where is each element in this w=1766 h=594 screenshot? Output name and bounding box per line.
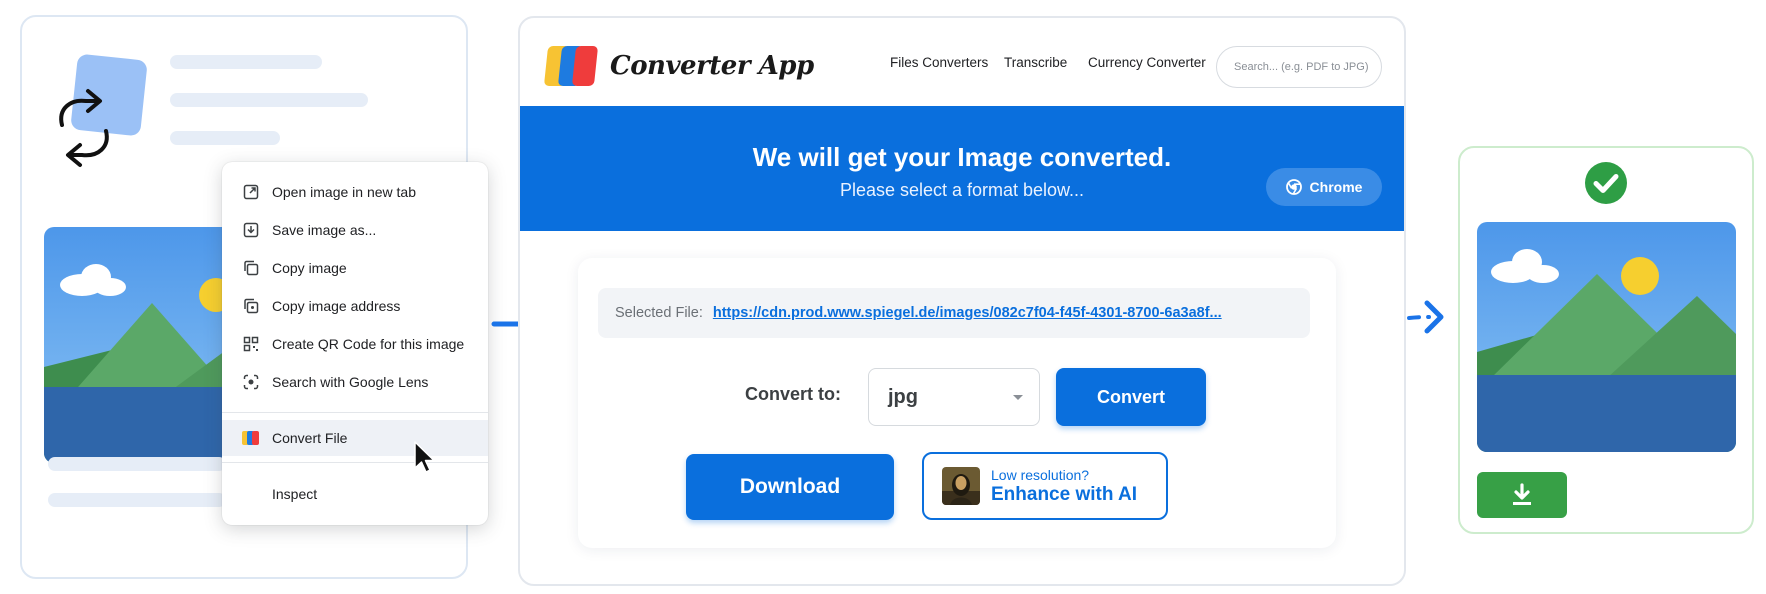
mouse-cursor-icon [413,440,437,481]
nav-currency-converter[interactable]: Currency Converter [1088,55,1206,70]
brand-name: Converter App [610,51,814,81]
menu-item-label: Search with Google Lens [272,374,429,390]
portrait-thumbnail [942,467,980,505]
menu-item-label: Convert File [272,430,348,446]
placeholder-line [48,493,226,507]
converter-app-window: Converter App Files Converters Transcrib… [518,16,1406,586]
download-icon [1513,483,1531,505]
menu-item-inspect[interactable]: Inspect [222,476,488,512]
converter-app-icon [242,429,260,447]
nav-transcribe[interactable]: Transcribe [1004,55,1067,70]
menu-item-label: Open image in new tab [272,184,416,200]
menu-item-save-image-as[interactable]: Save image as... [222,212,488,248]
convert-to-label: Convert to: [745,384,841,404]
menu-item-copy-image-address[interactable]: Copy image address [222,288,488,324]
placeholder-line [170,55,322,69]
placeholder-line [170,93,368,107]
menu-item-open-image-new-tab[interactable]: Open image in new tab [222,174,488,210]
download-result-button[interactable] [1477,472,1567,518]
save-icon [242,221,260,239]
search-placeholder: Search... (e.g. PDF to JPG) [1234,61,1369,73]
nav-files-converters[interactable]: Files Converters [890,55,988,70]
copy-address-icon [242,297,260,315]
lens-icon [242,373,260,391]
menu-divider [222,462,488,463]
menu-item-convert-file[interactable]: Convert File [222,420,488,456]
menu-item-search-google-lens[interactable]: Search with Google Lens [222,364,488,400]
placeholder-line [170,131,280,145]
menu-item-label: Copy image address [272,298,401,314]
menu-item-label: Save image as... [272,222,377,238]
download-button[interactable]: Download [686,454,894,520]
menu-item-label: Copy image [272,260,347,276]
enhance-with-ai-button[interactable]: Low resolution? Enhance with AI [922,452,1168,520]
selected-file-row: Selected File: https://cdn.prod.www.spie… [598,288,1310,338]
chrome-icon [1285,179,1302,195]
copy-icon [242,259,260,277]
sync-icon [44,53,154,172]
chrome-extension-button[interactable]: Chrome [1266,168,1382,206]
converter-app-logo-icon [543,46,600,86]
menu-divider [222,412,488,413]
selected-file-link[interactable]: https://cdn.prod.www.spiegel.de/images/0… [713,305,1222,321]
banner-title: We will get your Image converted. [752,142,1172,172]
convert-button[interactable]: Convert [1056,368,1206,426]
menu-item-copy-image[interactable]: Copy image [222,250,488,286]
format-value: jpg [888,385,918,408]
placeholder-line [48,457,226,471]
context-menu: Open image in new tab Save image as... C… [222,162,488,525]
selected-file-label: Selected File: [615,305,703,321]
menu-item-label: Create QR Code for this image [272,336,465,352]
open-in-new-tab-icon [242,183,260,201]
format-select[interactable]: jpg [868,368,1040,426]
enhance-title: Enhance with AI [991,483,1138,505]
menu-item-label: Inspect [272,486,318,502]
conversion-card: Selected File: https://cdn.prod.www.spie… [578,258,1336,548]
convert-button-label: Convert [1096,386,1165,407]
search-input[interactable]: Search... (e.g. PDF to JPG) [1216,46,1382,88]
app-logo[interactable]: Converter App [543,46,814,86]
chrome-button-label: Chrome [1309,179,1363,195]
result-panel [1458,146,1754,534]
menu-item-create-qr-code[interactable]: Create QR Code for this image [222,326,488,362]
converted-image[interactable] [1477,222,1736,452]
qr-code-icon [242,335,260,353]
enhance-subtitle: Low resolution? [991,466,1090,483]
hero-banner: We will get your Image converted. Please… [520,106,1404,231]
chevron-down-icon [1013,395,1023,400]
download-button-label: Download [739,475,841,498]
check-circle-icon [1584,161,1628,210]
